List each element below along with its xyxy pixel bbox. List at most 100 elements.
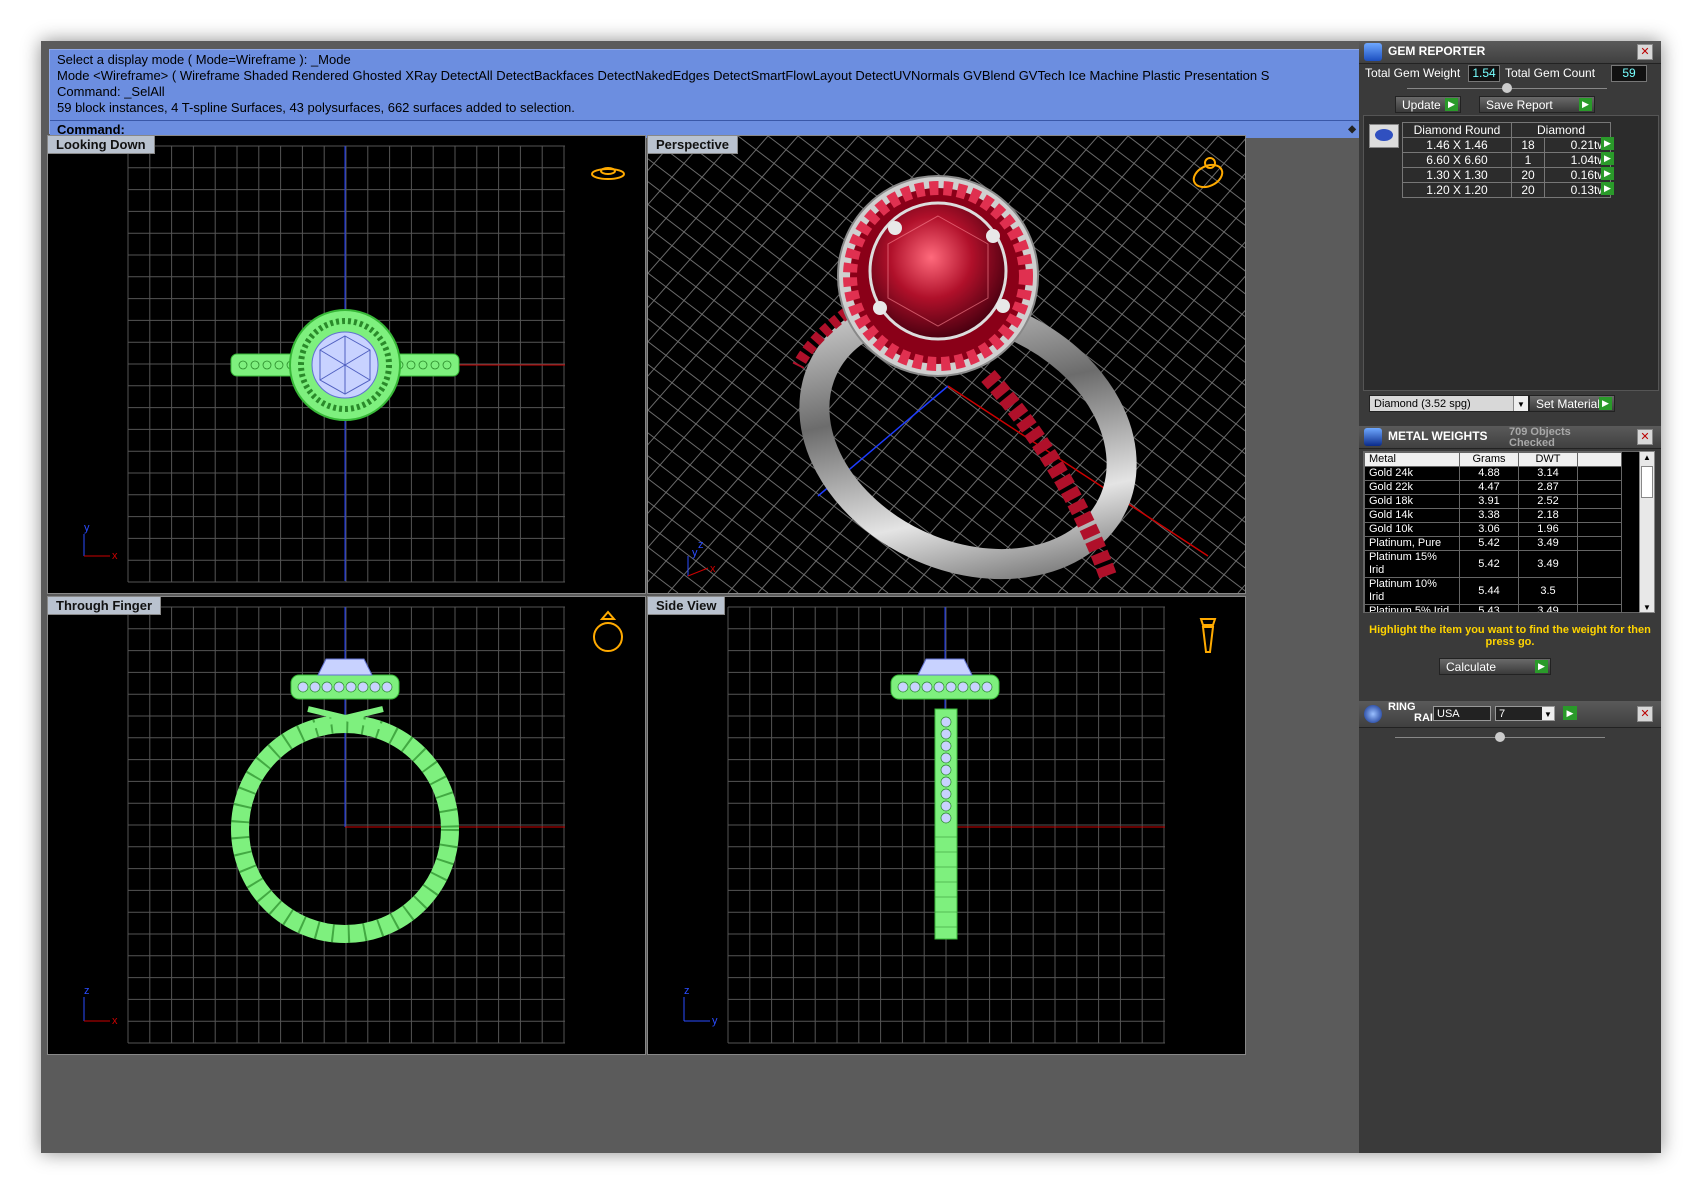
dwt-value: 1.96 (1518, 522, 1578, 537)
close-icon[interactable]: ✕ (1637, 706, 1653, 722)
axis-label-z: z (84, 985, 90, 997)
viewport-title[interactable]: Perspective (648, 136, 738, 154)
metal-name: Gold 10k (1364, 522, 1460, 537)
update-button-label: Update (1402, 98, 1441, 112)
gem-reporter-title: GEM REPORTER (1388, 44, 1486, 58)
table-row[interactable]: 6.60 X 6.60 1 1.04tw (1402, 152, 1611, 168)
dwt-value: 3.49 (1518, 536, 1578, 551)
viewport-title[interactable]: Side View (648, 597, 726, 615)
metal-name: Platinum 15% Irid (1364, 550, 1460, 578)
perspective-canvas: z y x (648, 136, 1245, 593)
slider-knob[interactable] (1495, 732, 1505, 742)
gem-count: 1 (1511, 152, 1545, 168)
slider-knob[interactable] (1502, 83, 1512, 93)
table-row[interactable]: Platinum 15% Irid 5.42 3.49 (1364, 550, 1622, 578)
prong (986, 229, 1000, 243)
metal-name: Platinum, Pure (1364, 536, 1460, 551)
go-arrow-icon[interactable]: ▶ (1601, 137, 1614, 150)
table-row[interactable]: Platinum, Pure 5.42 3.49 (1364, 536, 1622, 551)
gem-size: 1.20 X 1.20 (1402, 182, 1512, 198)
metal-list-scrollbar[interactable]: ▲ ▼ (1639, 451, 1655, 613)
diamond-round-icon (1369, 124, 1399, 148)
dwt-value: 3.14 (1518, 466, 1578, 481)
gem-list-area: Diamond Round Diamond 1.46 X 1.46 18 0.21t… (1363, 115, 1659, 391)
command-history: Select a display mode ( Mode=Wireframe )… (57, 52, 1377, 116)
grams-value: 4.88 (1459, 466, 1519, 481)
side-view-canvas: z y (683, 606, 1217, 1044)
total-weight-value: 1.54 (1468, 65, 1500, 82)
go-arrow-icon[interactable]: ▶ (1601, 182, 1614, 195)
viewport-through-finger[interactable]: Through Finger z x (47, 596, 646, 1055)
set-material-label: Set Material (1536, 397, 1601, 411)
flask-icon (1364, 428, 1382, 446)
gem-reporter-icon (1364, 43, 1382, 61)
grams-value: 3.91 (1459, 494, 1519, 509)
calculate-button[interactable]: Calculate ▶ (1439, 658, 1551, 675)
table-row[interactable]: Gold 14k 3.38 2.18 (1364, 508, 1622, 523)
center-stone-wire (317, 658, 373, 676)
go-arrow-icon[interactable]: ▶ (1601, 152, 1614, 165)
table-row[interactable]: 1.30 X 1.30 20 0.16tw (1402, 167, 1611, 183)
ring-rail-title-line2: RAIL (1414, 712, 1440, 724)
metal-table-header: Metal Grams DWT (1364, 452, 1622, 467)
metal-weights-list[interactable]: Metal Grams DWT Gold 24k 4.88 3.14 Gold 22k… (1363, 451, 1641, 613)
material-selected: Diamond (3.52 spg) (1374, 398, 1471, 410)
gem-count: 18 (1511, 137, 1545, 153)
go-arrow-icon: ▶ (1445, 98, 1458, 111)
viewport-perspective[interactable]: Perspective z y x (647, 135, 1246, 594)
total-weight-label: Total Gem Weight (1365, 66, 1461, 80)
scroll-down-icon[interactable]: ▼ (1640, 603, 1654, 612)
gem-table-header: Diamond Round Diamond (1402, 122, 1611, 138)
view-ring-icon (591, 167, 625, 180)
update-button[interactable]: Update ▶ (1395, 96, 1461, 113)
save-report-button[interactable]: Save Report ▶ (1479, 96, 1595, 113)
scroll-up-icon[interactable]: ▲ (1640, 452, 1654, 464)
history-line: Select a display mode ( Mode=Wireframe )… (57, 52, 351, 67)
prong (888, 221, 902, 235)
ring-size-dropdown[interactable]: 7 ▼ (1495, 706, 1555, 721)
table-row[interactable]: Gold 24k 4.88 3.14 (1364, 466, 1622, 481)
set-material-button[interactable]: Set Material ▶ (1529, 395, 1615, 412)
front-view-canvas: z x (83, 606, 623, 1044)
col-dwt: DWT (1518, 452, 1578, 467)
history-line: Mode <Wireframe> ( Wireframe Shaded Rend… (57, 68, 1270, 83)
go-arrow-icon[interactable]: ▶ (1563, 706, 1577, 720)
material-dropdown[interactable]: Diamond (3.52 spg) ▼ (1369, 395, 1529, 412)
table-row[interactable]: Gold 10k 3.06 1.96 (1364, 522, 1622, 537)
metal-weights-header: METAL WEIGHTS 709 Objects Checked ✕ (1359, 426, 1661, 449)
prong (996, 299, 1010, 313)
metal-weights-title: METAL WEIGHTS (1388, 429, 1488, 443)
row-go-buttons: ▶ ▶ ▶ ▶ (1601, 137, 1614, 195)
gem-table: Diamond Round Diamond 1.46 X 1.46 18 0.21t… (1402, 122, 1611, 198)
history-line: 59 block instances, 4 T-spline Surfaces,… (57, 100, 575, 115)
dwt-value: 3.5 (1518, 577, 1578, 605)
viewport-side-view[interactable]: Side View z y (647, 596, 1246, 1055)
grams-value: 3.06 (1459, 522, 1519, 537)
table-row[interactable]: Platinum 5% Irid 5.43 3.49 (1364, 604, 1622, 612)
chevron-down-icon[interactable]: ▼ (1513, 396, 1528, 411)
chevron-down-icon[interactable]: ▼ (1542, 707, 1554, 720)
go-arrow-icon[interactable]: ▶ (1601, 167, 1614, 180)
save-report-label: Save Report (1486, 98, 1553, 112)
table-row[interactable]: 1.46 X 1.46 18 0.21tw (1402, 137, 1611, 153)
dwt-value: 3.49 (1518, 604, 1578, 612)
table-row[interactable]: Gold 22k 4.47 2.87 (1364, 480, 1622, 495)
col-material: Diamond (1511, 122, 1611, 138)
close-icon[interactable]: ✕ (1637, 429, 1653, 445)
axis-label-x: x (112, 550, 118, 562)
viewport-title[interactable]: Through Finger (48, 597, 162, 615)
table-row[interactable]: 1.20 X 1.20 20 0.13tw (1402, 182, 1611, 198)
table-row[interactable]: Gold 18k 3.91 2.52 (1364, 494, 1622, 509)
go-arrow-icon: ▶ (1579, 98, 1592, 111)
viewport-title[interactable]: Looking Down (48, 136, 155, 154)
grams-value: 3.38 (1459, 508, 1519, 523)
ring-size-value: 7 (1499, 708, 1506, 720)
country-field[interactable]: USA (1433, 706, 1491, 721)
viewport-looking-down[interactable]: Looking Down y x (47, 135, 646, 594)
grams-value: 5.44 (1459, 577, 1519, 605)
ring-rail-icon (1364, 705, 1382, 723)
scroll-thumb[interactable] (1641, 466, 1653, 498)
table-row[interactable]: Platinum 10% Irid 5.44 3.5 (1364, 577, 1622, 605)
gem-reporter-header: GEM REPORTER ✕ (1359, 41, 1661, 64)
close-icon[interactable]: ✕ (1637, 44, 1653, 60)
